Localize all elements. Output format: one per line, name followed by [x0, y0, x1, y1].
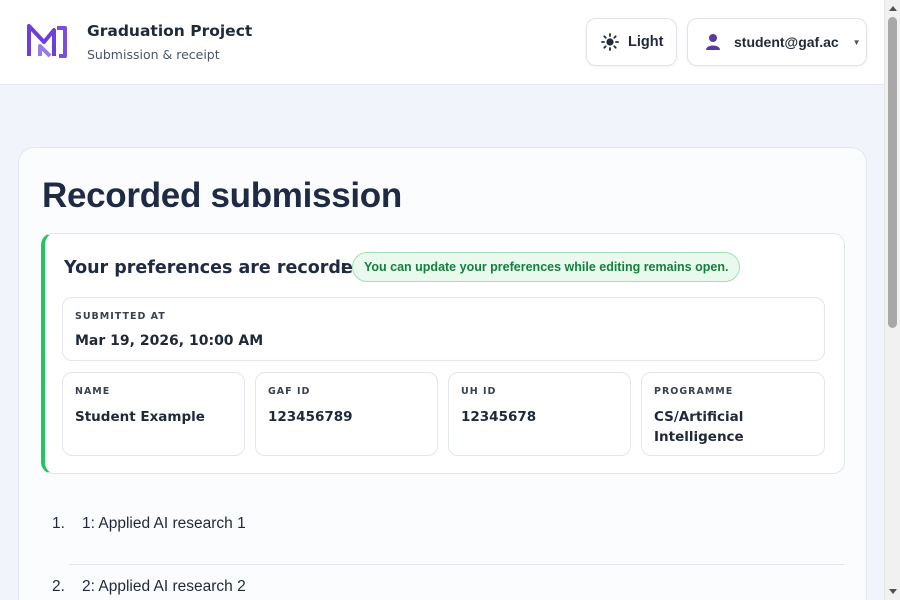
scroll-down-icon[interactable]: [889, 589, 897, 594]
app-title: Graduation Project: [87, 22, 253, 40]
list-text: 2: Applied AI research 2: [82, 578, 246, 595]
recorded-notice: Your preferences are recorded : You can …: [41, 233, 845, 474]
field-label: NAME: [75, 386, 111, 397]
field-label: SUBMITTED AT: [75, 311, 166, 322]
submission-card: Recorded submission Your preferences are…: [18, 147, 867, 600]
logo-icon: [27, 24, 67, 58]
scroll-up-icon[interactable]: [889, 6, 897, 11]
list-number: 2.: [52, 578, 65, 595]
user-menu-button[interactable]: student@gaf.ac ▼: [687, 18, 867, 66]
field-value: 123456789: [268, 409, 353, 425]
chevron-down-icon: ▼: [852, 37, 861, 47]
uh-id-field: UH ID 12345678: [448, 372, 631, 456]
app-subtitle: Submission & receipt: [87, 47, 220, 62]
theme-toggle-button[interactable]: Light: [586, 18, 677, 66]
status-badge: You can update your preferences while ed…: [352, 252, 741, 282]
field-value: Mar 19, 2026, 10:00 AM: [75, 333, 264, 349]
field-value: Student Example: [75, 409, 205, 425]
submitted-at-field: SUBMITTED AT Mar 19, 2026, 10:00 AM: [62, 297, 825, 361]
list-number: 1.: [52, 515, 65, 532]
field-label: PROGRAMME: [654, 386, 734, 397]
field-label: UH ID: [461, 386, 497, 397]
list-item: 2. 2: Applied AI research 2: [52, 566, 844, 600]
name-field: NAME Student Example: [62, 372, 245, 456]
list-item: 1. 1: Applied AI research 1: [52, 503, 844, 565]
scrollbar-thumb[interactable]: [888, 17, 897, 328]
vertical-scrollbar[interactable]: [884, 0, 900, 600]
programme-field: PROGRAMME CS/Artificial Intelligence: [641, 372, 825, 456]
field-label: GAF ID: [268, 386, 311, 397]
list-text: 1: Applied AI research 1: [82, 515, 246, 532]
user-icon: [706, 34, 720, 50]
sun-icon: [601, 33, 619, 51]
notice-colon: :: [340, 258, 347, 278]
gaf-id-field: GAF ID 123456789: [255, 372, 438, 456]
field-value: 12345678: [461, 409, 537, 425]
app-header: Graduation Project Submission & receipt …: [0, 0, 884, 85]
field-value: CS/Artificial Intelligence: [654, 409, 744, 445]
notice-heading: Your preferences are recorded: [64, 258, 366, 278]
user-email: student@gaf.ac: [734, 34, 839, 50]
page-title: Recorded submission: [42, 176, 402, 215]
theme-label: Light: [628, 34, 664, 50]
